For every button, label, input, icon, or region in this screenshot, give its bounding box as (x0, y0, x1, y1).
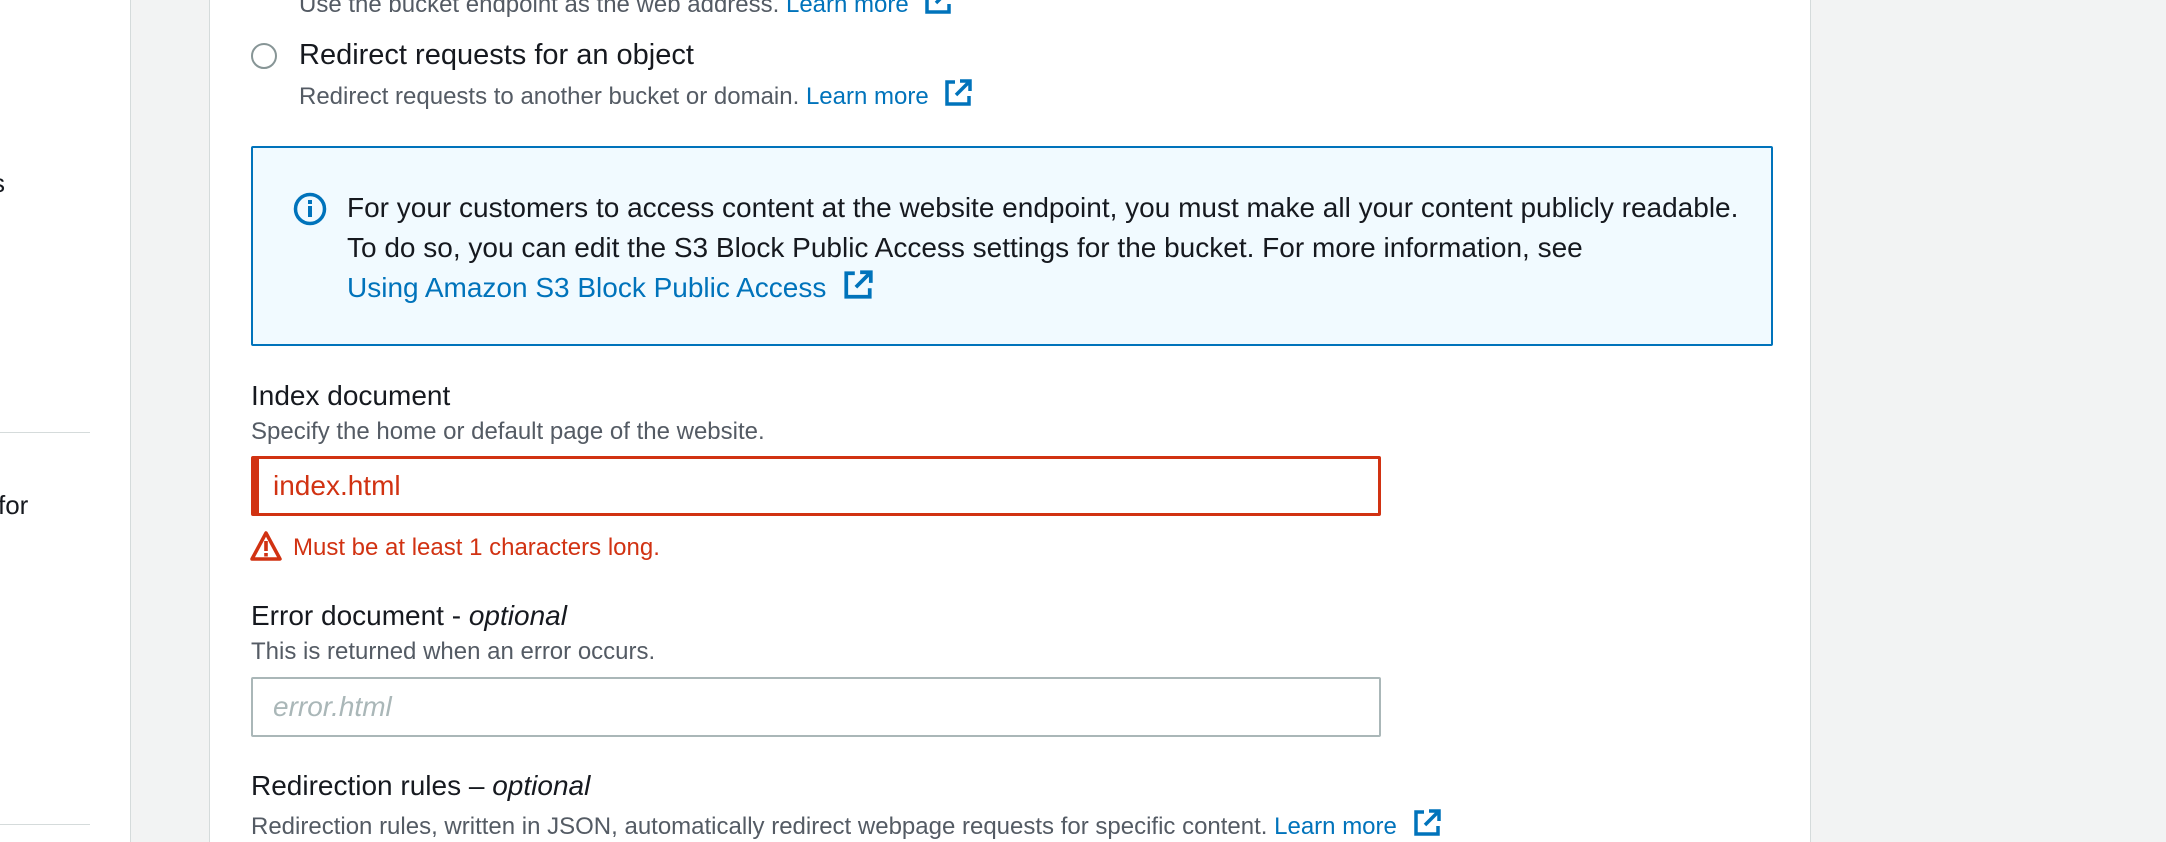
index-document-input[interactable] (251, 456, 1381, 516)
external-link-icon (842, 269, 874, 312)
learn-more-link[interactable]: Learn more (1274, 813, 1397, 840)
info-alert: For your customers to access content at … (251, 146, 1773, 346)
block-public-access-link[interactable]: Using Amazon S3 Block Public Access (347, 272, 826, 303)
sidebar-item-fragment[interactable]: for (0, 490, 28, 521)
warning-icon (249, 530, 283, 567)
index-document-error: Must be at least 1 characters long. (293, 534, 660, 561)
navigation-sidebar: s for (0, 0, 131, 842)
static-hosting-description: Use the bucket endpoint as the web addre… (299, 0, 953, 23)
index-document-label: Index document (251, 380, 451, 411)
redirect-requests-radio[interactable] (251, 43, 277, 69)
optional-tag: optional (468, 600, 567, 631)
sidebar-divider (0, 824, 90, 825)
redirect-requests-description: Redirect requests to another bucket or d… (299, 78, 973, 115)
error-document-description: This is returned when an error occurs. (251, 638, 656, 665)
external-link-icon (923, 0, 953, 23)
optional-tag: optional (492, 770, 591, 801)
redirect-requests-label[interactable]: Redirect requests for an object (299, 39, 694, 72)
sidebar-item-fragment[interactable]: s (0, 168, 5, 199)
external-link-icon (943, 78, 973, 115)
info-alert-text: For your customers to access content at … (347, 188, 1747, 312)
error-document-input[interactable] (251, 677, 1381, 737)
learn-more-link[interactable]: Learn more (806, 83, 929, 110)
redirection-rules-description: Redirection rules, written in JSON, auto… (251, 808, 1442, 842)
index-document-description: Specify the home or default page of the … (251, 418, 765, 445)
info-icon (293, 192, 327, 231)
redirection-rules-label: Redirection rules – optional (251, 770, 591, 801)
error-document-label: Error document - optional (251, 600, 567, 631)
static-website-hosting-panel: Use the bucket endpoint as the web addre… (209, 0, 1811, 842)
external-link-icon (1412, 808, 1442, 842)
sidebar-divider (0, 432, 90, 433)
learn-more-link[interactable]: Learn more (786, 0, 909, 18)
